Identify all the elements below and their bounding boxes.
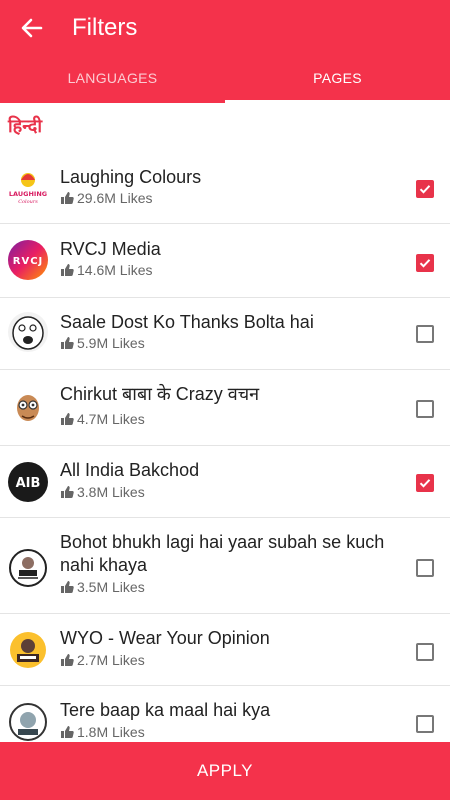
thumbs-up-icon	[61, 654, 74, 666]
thumbs-up-icon	[61, 337, 74, 349]
app-bar: Filters LANGUAGES PAGES	[0, 0, 450, 103]
page-name: All India Bakchod	[60, 460, 200, 480]
page-name: Saale Dost Ko Thanks Bolta hai	[60, 312, 314, 332]
wyo-avatar	[8, 630, 48, 670]
svg-text:Colours: Colours	[18, 199, 38, 205]
likes-count: 3.8M Likes	[77, 484, 145, 500]
page-likes: 1.8M Likes	[60, 724, 145, 740]
page-name: Laughing Colours	[60, 167, 202, 187]
page-likes: 4.7M Likes	[60, 411, 145, 427]
tab-pages[interactable]: PAGES	[225, 53, 450, 103]
likes-count: 4.7M Likes	[77, 411, 145, 427]
list-item[interactable]: WYO - Wear Your Opinion 2.7M Likes	[0, 614, 450, 686]
pages-list: LAUGHING Colours Laughing Colours 29.6M …	[0, 150, 450, 742]
page-likes: 3.8M Likes	[60, 484, 145, 500]
list-item[interactable]: RVCJ RVCJ Media 14.6M Likes	[0, 224, 450, 298]
page-name: Tere baap ka maal hai kya	[60, 700, 271, 720]
aib-avatar: AIB	[8, 462, 48, 502]
page-checkbox[interactable]	[416, 254, 434, 272]
list-item[interactable]: Bohot bhukh lagi hai yaar subah se kuch …	[0, 518, 450, 614]
page-checkbox[interactable]	[416, 559, 434, 577]
page-name: Bohot bhukh lagi hai yaar subah se kuch …	[60, 532, 385, 575]
page-name: RVCJ Media	[60, 239, 161, 259]
likes-count: 5.9M Likes	[77, 335, 145, 351]
page-checkbox[interactable]	[416, 180, 434, 198]
list-item[interactable]: Saale Dost Ko Thanks Bolta hai 5.9M Like…	[0, 298, 450, 370]
language-section-heading: हिन्दी	[8, 116, 43, 137]
thumbs-up-icon	[61, 192, 74, 204]
laughing-colours-logo-text: LAUGHING	[9, 190, 47, 198]
page-checkbox[interactable]	[416, 400, 434, 418]
thumbs-up-icon	[61, 413, 74, 425]
page-checkbox[interactable]	[416, 474, 434, 492]
page-checkbox[interactable]	[416, 715, 434, 733]
tab-bar: LANGUAGES PAGES	[0, 53, 450, 103]
page-likes: 14.6M Likes	[60, 262, 152, 278]
rvcj-logo-text: RVCJ	[13, 256, 44, 267]
laughing-colours-avatar: LAUGHING Colours	[8, 168, 48, 208]
page-likes: 2.7M Likes	[60, 652, 145, 668]
page-likes: 5.9M Likes	[60, 335, 145, 351]
likes-count: 14.6M Likes	[77, 262, 153, 278]
page-checkbox[interactable]	[416, 325, 434, 343]
back-arrow-icon[interactable]	[16, 12, 48, 44]
tab-languages[interactable]: LANGUAGES	[0, 53, 225, 103]
thumbs-up-icon	[61, 726, 74, 738]
likes-count: 2.7M Likes	[77, 652, 145, 668]
aib-logo-text: AIB	[16, 476, 41, 491]
checkmark-icon	[419, 185, 431, 194]
thumbs-up-icon	[61, 581, 74, 593]
checkmark-icon	[419, 479, 431, 488]
page-name: Chirkut बाबा के Crazy वचन	[60, 384, 260, 404]
checkmark-icon	[419, 259, 431, 268]
rvcj-media-avatar: RVCJ	[8, 240, 48, 280]
page-likes: 3.5M Likes	[60, 579, 145, 595]
likes-count: 29.6M Likes	[77, 190, 153, 206]
thumbs-up-icon	[61, 264, 74, 276]
list-item[interactable]: Chirkut बाबा के Crazy वचन 4.7M Likes	[0, 370, 450, 446]
thumbs-up-icon	[61, 486, 74, 498]
likes-count: 3.5M Likes	[77, 579, 145, 595]
tere-baap-avatar	[8, 702, 48, 742]
chirkut-baba-avatar	[8, 388, 48, 428]
troll-face-avatar	[8, 312, 48, 352]
page-title: Filters	[72, 14, 138, 41]
list-item[interactable]: AIB All India Bakchod 3.8M Likes	[0, 446, 450, 518]
list-item[interactable]: LAUGHING Colours Laughing Colours 29.6M …	[0, 150, 450, 224]
bohot-bhukh-avatar	[8, 548, 48, 588]
list-item[interactable]: Tere baap ka maal hai kya 1.8M Likes	[0, 686, 450, 742]
apply-button[interactable]: APPLY	[0, 742, 450, 800]
page-checkbox[interactable]	[416, 643, 434, 661]
likes-count: 1.8M Likes	[77, 724, 145, 740]
page-likes: 29.6M Likes	[60, 190, 152, 206]
page-name: WYO - Wear Your Opinion	[60, 628, 270, 648]
